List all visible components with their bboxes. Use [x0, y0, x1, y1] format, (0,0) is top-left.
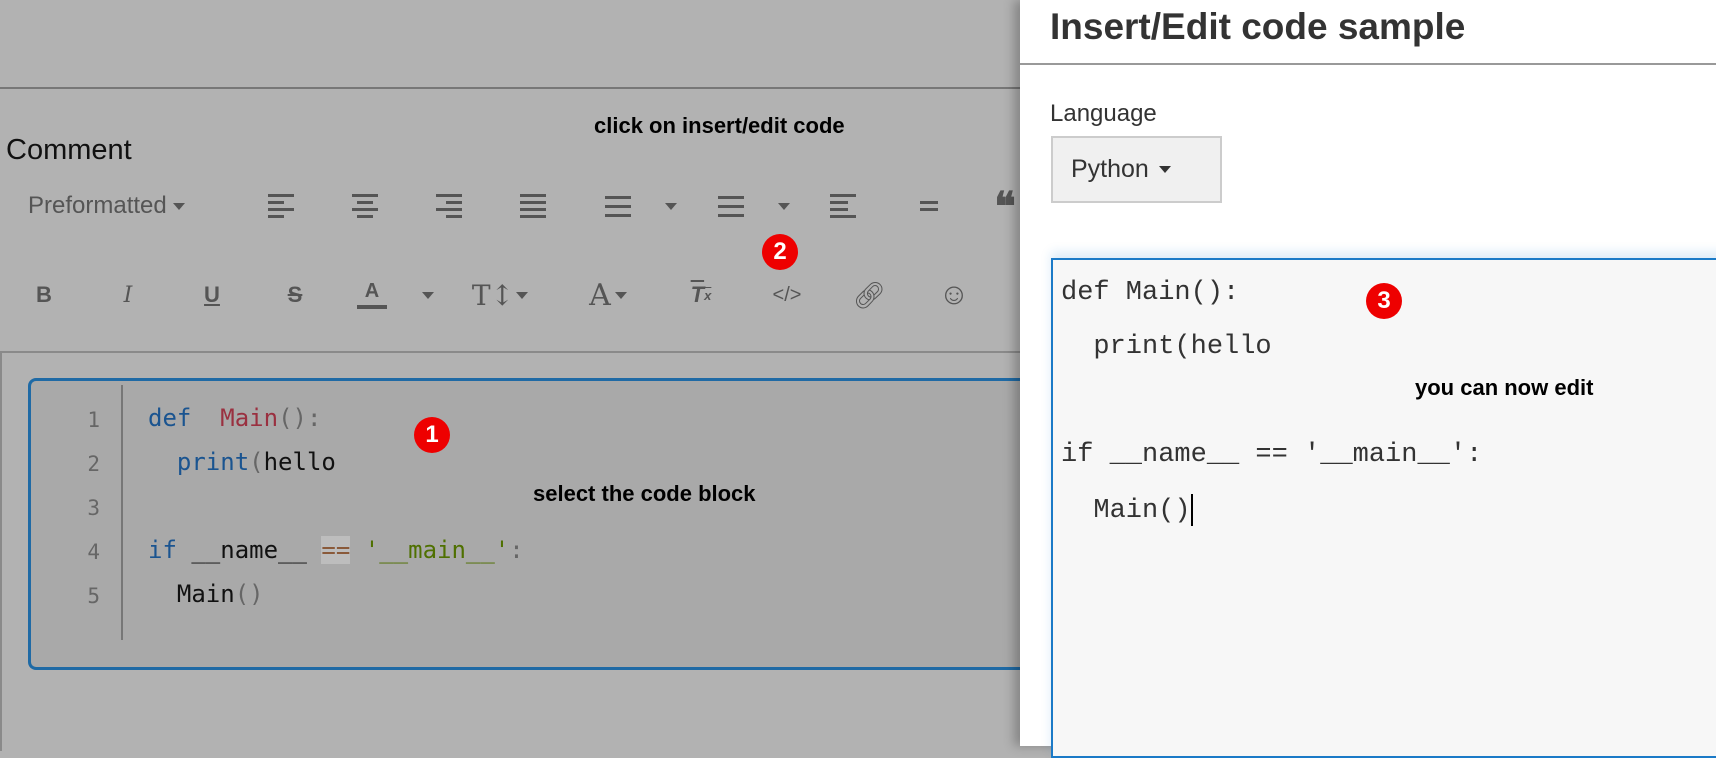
text-color-options-icon[interactable]	[422, 292, 434, 299]
format-select[interactable]: Preformatted	[28, 188, 218, 224]
line-number: 1	[87, 408, 100, 432]
underline-icon[interactable]: U	[192, 277, 232, 313]
dialog-code-text: if __name__ == '__main__':	[1061, 440, 1483, 470]
format-select-value: Preformatted	[28, 192, 167, 219]
text-cursor	[1190, 494, 1193, 526]
chevron-down-icon	[172, 202, 185, 210]
annotation-click: click on insert/edit code	[594, 113, 845, 138]
bold-icon[interactable]: B	[24, 277, 64, 313]
dialog-code-line: def Main():	[1061, 278, 1239, 308]
clear-formatting-icon[interactable]: Tx	[681, 277, 721, 313]
dialog-code-line: if __name__ == '__main__':	[1061, 440, 1482, 470]
code-token: if	[148, 536, 177, 564]
emoji-icon[interactable]: ☺	[934, 277, 974, 313]
code-token: '__main__'	[364, 536, 510, 564]
comment-label: Comment	[6, 134, 132, 166]
code-line: Main()	[148, 580, 264, 608]
outdent-icon[interactable]	[823, 188, 863, 224]
font-family-icon[interactable]: A	[578, 277, 638, 313]
header-divider	[0, 87, 1020, 89]
italic-icon[interactable]: I	[108, 277, 148, 313]
dialog-code-text: Main()	[1061, 496, 1191, 527]
code-token: :	[509, 536, 524, 564]
code-token: hello	[263, 448, 336, 476]
step-badge-2: 2	[762, 234, 798, 270]
language-value: Python	[1071, 155, 1149, 183]
dialog-divider	[1020, 63, 1716, 65]
code-sample-icon[interactable]: </>	[767, 277, 807, 313]
dialog-code-line: print(hello	[1061, 332, 1272, 362]
code-token: (	[249, 448, 264, 476]
code-sample-dialog: Insert/Edit code sample Language Python	[1020, 0, 1716, 758]
code-token: Main	[220, 404, 279, 432]
gutter-divider	[121, 385, 123, 640]
line-number: 5	[87, 584, 100, 608]
bullet-list-icon[interactable]	[598, 188, 638, 224]
line-number: 4	[87, 540, 100, 564]
code-token: def	[148, 404, 192, 432]
language-select[interactable]: Python	[1051, 136, 1222, 203]
align-right-icon[interactable]	[429, 188, 469, 224]
line-number: 3	[87, 496, 100, 520]
code-token: print	[176, 448, 250, 476]
dialog-title: Insert/Edit code sample	[1050, 6, 1466, 47]
numbered-list-icon[interactable]	[711, 188, 751, 224]
chevron-down-icon	[1158, 166, 1171, 173]
blockquote-icon[interactable]: ❝	[985, 183, 1025, 230]
annotation-edit: you can now edit	[1415, 375, 1594, 400]
code-line: def Main():	[148, 404, 321, 432]
dialog-code-text: def Main():	[1061, 278, 1240, 308]
text-color-icon[interactable]: A	[357, 277, 387, 309]
step-badge-3: 3	[1366, 283, 1402, 319]
bullet-list-options-icon[interactable]	[665, 203, 677, 210]
code-token: ==	[321, 536, 351, 564]
line-number: 2	[87, 452, 100, 476]
indent-icon[interactable]	[905, 188, 945, 224]
numbered-list-options-icon[interactable]	[778, 203, 790, 210]
link-icon[interactable]: 🔗︎	[849, 277, 889, 313]
code-line: print(hello	[148, 448, 336, 476]
code-token: ():	[278, 404, 322, 432]
code-token: ()	[234, 580, 264, 608]
step-badge-1: 1	[414, 417, 450, 453]
code-token: Main	[148, 580, 235, 608]
code-line: if __name__ == '__main__':	[148, 536, 524, 564]
code-token: __name__	[176, 536, 322, 564]
align-center-icon[interactable]	[345, 188, 385, 224]
font-size-icon[interactable]: T↕	[470, 277, 530, 313]
annotation-select: select the code block	[533, 481, 756, 506]
strikethrough-icon[interactable]: S	[275, 277, 315, 313]
language-label: Language	[1050, 100, 1157, 127]
dialog-code-text: print(hello	[1061, 332, 1272, 362]
dialog-code-line: Main()	[1061, 494, 1193, 526]
align-justify-icon[interactable]	[513, 188, 553, 224]
align-left-icon[interactable]	[261, 188, 301, 224]
